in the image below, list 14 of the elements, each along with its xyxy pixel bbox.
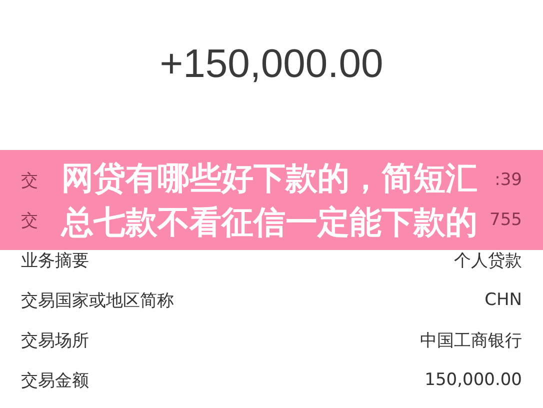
row-label: 交 bbox=[21, 170, 38, 192]
row-value: 755 bbox=[490, 210, 522, 230]
row-label: 交 bbox=[21, 210, 38, 232]
transaction-amount: +150,000.00 bbox=[160, 41, 384, 88]
row-label: 交易金额 bbox=[21, 370, 89, 392]
banner-title: 网贷有哪些好下款的，简短汇总七款不看征信一定能下款的 bbox=[62, 158, 478, 243]
row-value: :39 bbox=[494, 170, 522, 190]
row-label: 业务摘要 bbox=[21, 250, 89, 272]
row-label: 交易场所 bbox=[21, 330, 89, 352]
row-label: 交易国家或地区简称 bbox=[21, 290, 174, 312]
row-value: 个人贷款 bbox=[454, 250, 522, 272]
row-value: CHN bbox=[484, 290, 522, 310]
row-value: 中国工商银行 bbox=[420, 330, 522, 352]
row-value: 150,000.00 bbox=[424, 370, 522, 390]
